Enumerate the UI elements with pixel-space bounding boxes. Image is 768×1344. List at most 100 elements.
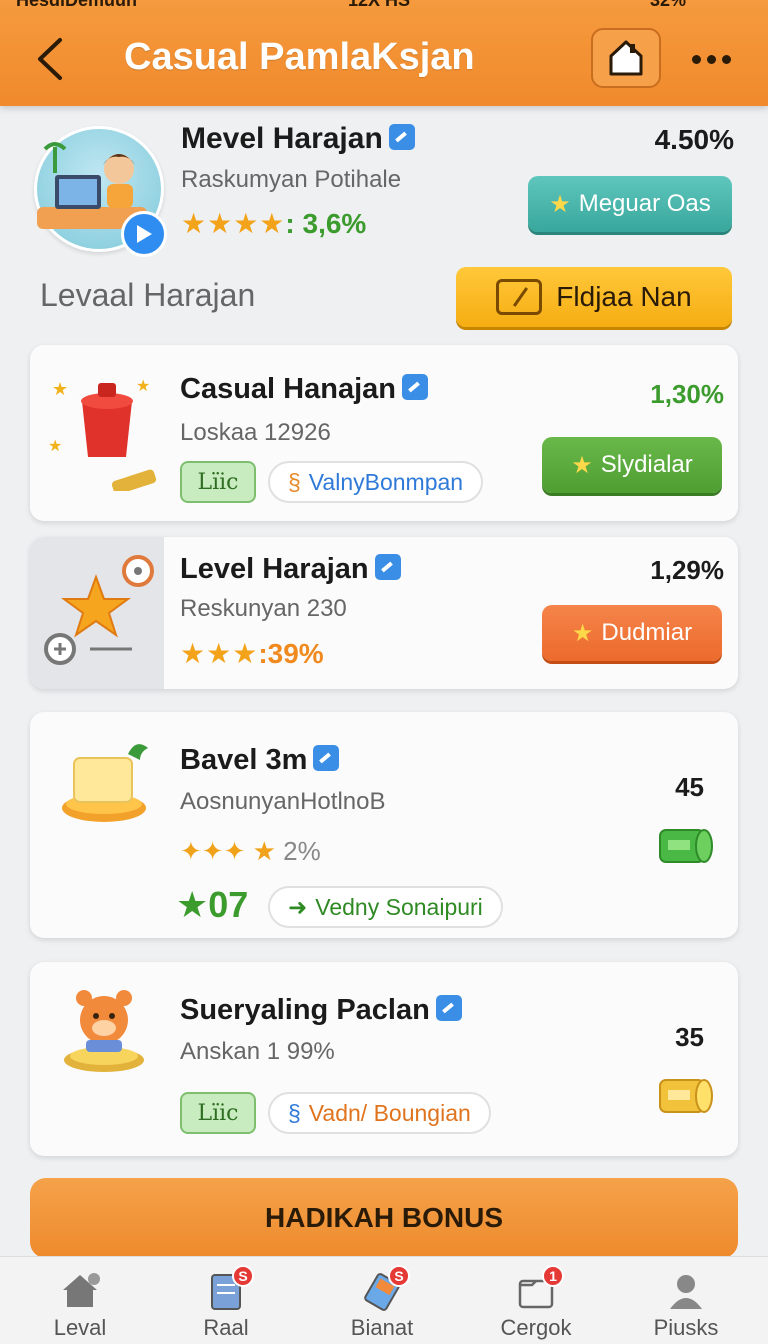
list-card[interactable]: Bavel 3m AosnunyanHotlnoB ✦✦✦ ★ 2% ★07 ➜… (30, 712, 738, 938)
status-battery-text: 32% (650, 0, 687, 10)
dot-icon (721, 54, 731, 64)
section-title: Levaal Harajan (40, 277, 256, 313)
notification-badge: 1 (542, 1265, 564, 1287)
status-carrier: HesdiDemuun (16, 0, 138, 10)
card-action-label: Dudmiar (601, 619, 693, 646)
profile-action-button[interactable]: ★ Meguar Oas (528, 176, 732, 232)
section-action-button[interactable]: Fldjaa Nan (456, 267, 732, 327)
card-title-text: Casual Hanajan (180, 373, 396, 405)
card-subtitle: AosnunyanHotlnoB (180, 788, 386, 815)
nav-label: Raal (203, 1315, 249, 1340)
verified-icon (374, 554, 401, 581)
profile-subtitle: Raskumyan Potihale (181, 166, 402, 193)
star-icon: ★ (176, 884, 209, 925)
info-pill-label: ValnyBonmpan (308, 468, 464, 495)
info-pill-label: Vedny Sonaipuri (315, 893, 483, 920)
card-score-value: 07 (208, 884, 249, 925)
star-icon: ★ (549, 190, 571, 218)
list-card[interactable]: Level Harajan Reskunyan 230 ★★★:39% 1,29… (30, 537, 738, 689)
more-options-button[interactable] (686, 44, 736, 74)
cash-icon (656, 822, 716, 873)
card-count: 45 (675, 772, 704, 802)
card-count: 35 (675, 1022, 704, 1052)
card-title: Level Harajan (180, 553, 401, 586)
profile-rating-value: : 3,6% (285, 208, 367, 239)
status-bar: HesdiDemuun 12X HS 32% (0, 0, 768, 12)
document-icon: S (206, 1265, 254, 1311)
nav-item-piusks[interactable]: Piusks (626, 1271, 746, 1344)
nav-item-leval[interactable]: Leval (20, 1271, 140, 1344)
profile-action-label: Meguar Oas (578, 190, 711, 217)
card-rating-value: :39% (258, 638, 324, 669)
verified-icon (435, 995, 462, 1022)
play-badge[interactable] (121, 211, 167, 257)
nav-item-cergok[interactable]: 1 Cergok (476, 1265, 596, 1344)
star-rating-icon: ✦✦✦ ★ (180, 836, 276, 866)
home-button[interactable] (591, 28, 661, 88)
card-title-text: Sueryaling Paclan (180, 994, 430, 1026)
bear-icon (60, 984, 156, 1081)
star-rating-icon: ★★★★ (181, 208, 286, 239)
swirl-icon: § (288, 468, 301, 495)
card-action-button[interactable]: ★ Dudmiar (542, 605, 722, 661)
page-title: Casual PamlaKsjan (124, 36, 475, 78)
profile-icon (666, 1271, 706, 1311)
folder-icon: 1 (516, 1265, 564, 1311)
star-rating-icon: ★★★ (180, 638, 259, 669)
list-card[interactable]: Sueryaling Paclan Anskan 1 99% Lïic § Va… (30, 962, 738, 1156)
card-title: Sueryaling Paclan (180, 994, 462, 1027)
bonus-button[interactable]: HADIKAH BONUS (30, 1178, 738, 1258)
verified-icon (313, 745, 340, 772)
list-card[interactable]: ★ ★ ★ Casual Hanajan Loskaa 12926 1,30% … (30, 345, 738, 521)
card-icon-panel (30, 537, 164, 689)
nav-label: Bianat (350, 1315, 414, 1340)
profile-name-text: Mevel Harajan (181, 122, 383, 155)
section-action-label: Fldjaa Nan (556, 281, 692, 312)
profile-name: Mevel Harajan (181, 122, 415, 156)
tag-pill[interactable]: Lïic (180, 461, 256, 503)
arrow-icon: ➜ (288, 893, 308, 920)
nav-label: Piusks (653, 1315, 719, 1340)
cheese-icon (56, 734, 156, 835)
verified-icon (401, 374, 428, 401)
info-pill[interactable]: ➜ Vedny Sonaipuri (268, 886, 503, 928)
svg-text:★: ★ (48, 438, 62, 455)
svg-text:★: ★ (136, 378, 150, 395)
profile-avatar[interactable] (34, 126, 167, 257)
edit-icon (496, 279, 543, 315)
card-action-button[interactable]: ★ Slydialar (542, 437, 722, 493)
info-pill-label: Vadn/ Boungian (308, 1099, 471, 1126)
swirl-icon: § (288, 1099, 301, 1126)
svg-text:★: ★ (52, 379, 68, 399)
tag-icon: S (362, 1265, 410, 1311)
nav-item-raal[interactable]: S Raal (166, 1265, 286, 1344)
profile-percent: 4.50% (654, 124, 734, 155)
chevron-left-icon (38, 38, 62, 80)
info-pill[interactable]: § ValnyBonmpan (268, 461, 484, 503)
card-action-label: Slydialar (600, 451, 693, 478)
card-rating: ★★★:39% (180, 637, 324, 670)
card-subtitle: Reskunyan 230 (180, 595, 347, 622)
card-percent: 1,29% (650, 555, 724, 585)
notification-badge: S (388, 1265, 410, 1287)
bottom-nav: Leval S Raal S Bianat 1 Cergok Piusks (0, 1256, 768, 1344)
star-icon: ★ (571, 451, 593, 479)
card-rating: ✦✦✦ ★ 2% (180, 836, 321, 867)
home-icon (609, 40, 643, 76)
nav-item-bianat[interactable]: S Bianat (322, 1265, 442, 1344)
dot-icon (691, 54, 701, 64)
notification-badge: S (232, 1265, 254, 1287)
app-header: HesdiDemuun 12X HS 32% Casual PamlaKsjan (0, 0, 768, 106)
dot-icon (706, 54, 716, 64)
status-time: 12X HS (348, 0, 411, 10)
card-title-text: Level Harajan (180, 553, 369, 585)
back-button[interactable] (30, 36, 70, 82)
play-icon (137, 225, 152, 243)
star-target-icon (44, 555, 154, 665)
profile-rating: ★★★★: 3,6% (181, 207, 366, 240)
info-pill[interactable]: § Vadn/ Boungian (268, 1092, 491, 1134)
nav-label: Leval (53, 1315, 107, 1340)
card-title: Casual Hanajan (180, 373, 428, 406)
nav-label: Cergok (500, 1315, 572, 1340)
tag-pill[interactable]: Lïic (180, 1092, 256, 1134)
